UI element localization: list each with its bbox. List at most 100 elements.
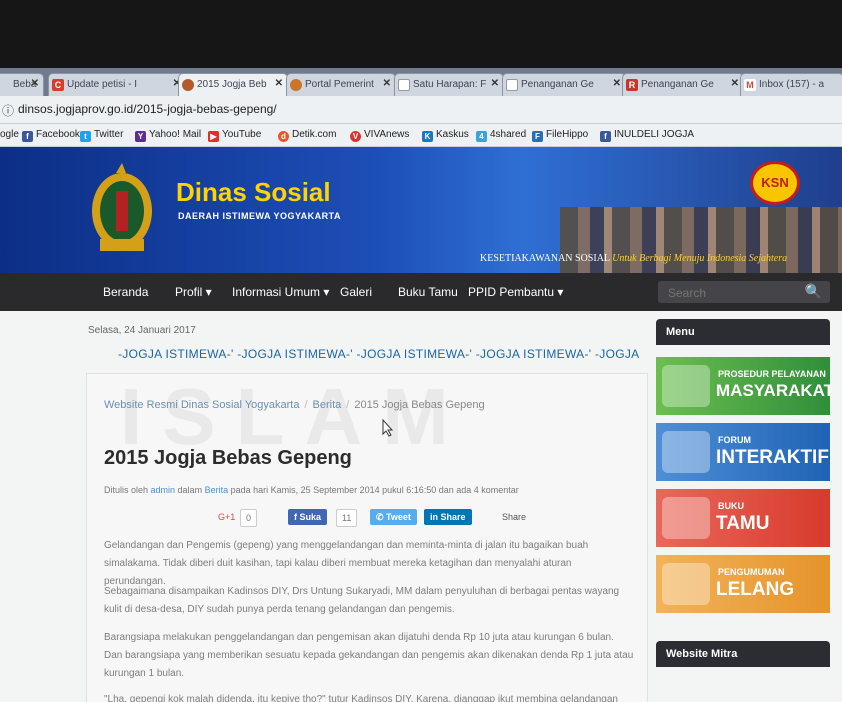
- bookmark-kaskus[interactable]: K Kaskus: [422, 129, 469, 142]
- close-icon[interactable]: ✕: [383, 78, 391, 89]
- current-date: Selasa, 24 Januari 2017: [88, 325, 196, 336]
- close-icon[interactable]: ✕: [275, 78, 283, 89]
- bookmark-detik[interactable]: d Detik.com: [278, 129, 336, 142]
- bookmark-inuldeli[interactable]: f INULDELI JOGJA: [600, 129, 694, 142]
- sidebar-website-mitra-heading: Website Mitra: [656, 641, 830, 667]
- bookmark-youtube[interactable]: ▶ YouTube: [208, 129, 261, 142]
- bookmark-label: INULDELI JOGJA: [614, 129, 695, 140]
- banner-prosedur-pelayanan[interactable]: PROSEDUR PELAYANAN MASYARAKAT: [656, 357, 830, 415]
- nav-item-ppid-pembantu[interactable]: PPID Pembantu ▾: [468, 285, 563, 299]
- sidebar-menu-heading: Menu: [656, 319, 830, 345]
- url-text[interactable]: dinsos.jogjaprov.go.id/2015-jogja-bebas-…: [18, 102, 277, 116]
- browser-tab[interactable]: R Penanganan Ge ✕: [622, 73, 744, 96]
- yogyakarta-crest-icon[interactable]: [86, 161, 158, 257]
- tweet-button[interactable]: ✆ Tweet: [370, 509, 417, 525]
- bookmark-twitter[interactable]: t Twitter: [80, 129, 123, 142]
- tab-favicon-icon: [290, 79, 302, 91]
- browser-tab[interactable]: C Update petisi - I ✕: [48, 73, 186, 96]
- bookmark-vivanews[interactable]: V VIVAnews: [350, 129, 409, 142]
- ksn-logo: KSN: [750, 161, 800, 205]
- info-icon[interactable]: ⓘ: [2, 102, 14, 119]
- banner-forum-interaktif[interactable]: FORUM INTERAKTIF: [656, 423, 830, 481]
- browser-tab[interactable]: M Inbox (157) - a: [740, 73, 842, 96]
- nav-item-informasi-umum[interactable]: Informasi Umum ▾: [232, 285, 329, 299]
- vivanews-icon: V: [350, 131, 361, 142]
- slogan-sub: Untuk Berbagi Menuju Indonesia Sejahtera: [612, 253, 788, 264]
- bookmark-yahoo-mail[interactable]: Y Yahoo! Mail: [135, 129, 201, 142]
- facebook-like-button[interactable]: f Suka: [288, 509, 328, 525]
- bookmark-label: YouTube: [222, 129, 262, 140]
- document-icon: [506, 79, 518, 91]
- pen-icon: [662, 497, 710, 539]
- close-icon[interactable]: ✕: [31, 78, 39, 89]
- banner-big-text: TAMU: [716, 513, 770, 534]
- nav-item-profil[interactable]: Profil ▾: [175, 285, 212, 299]
- browser-tab[interactable]: Satu Harapan: F ✕: [394, 73, 504, 96]
- share-button[interactable]: Share: [498, 509, 530, 525]
- browser-tab[interactable]: Portal Pemerint ✕: [286, 73, 396, 96]
- bookmark-facebook[interactable]: f Facebook: [22, 129, 80, 142]
- banner-pengumuman-lelang[interactable]: PENGUMUMAN LELANG: [656, 555, 830, 613]
- article-title: 2015 Jogja Bebas Gepeng: [104, 447, 352, 469]
- nav-item-beranda[interactable]: Beranda: [103, 285, 148, 299]
- banner-big-text: INTERAKTIF: [716, 447, 829, 468]
- google-plus-button[interactable]: G+1: [214, 509, 239, 525]
- article-paragraph: Barangsiapa melakukan penggelandangan da…: [104, 632, 634, 679]
- people-icon: [662, 431, 710, 473]
- bookmark-label: Twitter: [94, 129, 124, 140]
- author-link[interactable]: admin: [151, 485, 176, 495]
- search-input[interactable]: [666, 284, 800, 302]
- banner-buku-tamu[interactable]: BUKU TAMU: [656, 489, 830, 547]
- search-icon[interactable]: 🔍: [805, 283, 822, 300]
- article-paragraph: Sebagaimana disampaikan Kadinsos DIY, Dr…: [104, 586, 620, 615]
- bookmark-filehippo[interactable]: F FileHippo: [532, 129, 588, 142]
- category-link[interactable]: Berita: [205, 485, 229, 495]
- meta-prefix: Ditulis oleh: [104, 485, 151, 495]
- news-ticker: -JOGJA ISTIMEWA-' -JOGJA ISTIMEWA-' -JOG…: [118, 347, 640, 361]
- browser-tab[interactable]: Penanganan Ge ✕: [502, 73, 626, 96]
- fb-like-count: 11: [336, 509, 358, 527]
- nav-item-galeri[interactable]: Galeri: [340, 285, 372, 299]
- document-icon: [398, 79, 410, 91]
- bookmark-4shared[interactable]: 4 4shared: [476, 129, 526, 142]
- handshake-icon: [662, 365, 710, 407]
- tab-title: Satu Harapan: F: [413, 79, 487, 90]
- search-box: 🔍: [658, 281, 830, 303]
- nav-item-buku-tamu[interactable]: Buku Tamu: [398, 285, 458, 299]
- bookmark-google[interactable]: ogle: [0, 129, 19, 140]
- site-header-banner: Dinas Sosial DAERAH ISTIMEWA YOGYAKARTA …: [0, 147, 842, 273]
- megaphone-icon: [662, 563, 710, 605]
- article-meta: Ditulis oleh admin dalam Berita pada har…: [104, 485, 519, 495]
- detik-icon: d: [278, 131, 289, 142]
- tab-title: Portal Pemerint: [305, 79, 374, 90]
- twitter-icon: ✆: [376, 512, 387, 522]
- address-bar[interactable]: ⓘ dinsos.jogjaprov.go.id/2015-jogja-beba…: [0, 96, 842, 124]
- tab-title: Inbox (157) - a: [759, 79, 825, 90]
- facebook-icon: f: [600, 131, 611, 142]
- bookmark-label: Detik.com: [292, 129, 337, 140]
- bookmarks-bar: ogle f Facebook t Twitter Y Yahoo! Mail ▶ Yo…: [0, 124, 842, 147]
- site-title[interactable]: Dinas Sosial: [176, 177, 331, 208]
- banner-small-text: PENGUMUMAN: [718, 567, 785, 577]
- banner-small-text: PROSEDUR PELAYANAN: [718, 369, 826, 379]
- browser-tab[interactable]: Beba ✕: [0, 73, 44, 96]
- filehippo-icon: F: [532, 131, 543, 142]
- close-icon[interactable]: ✕: [613, 78, 621, 89]
- article-paragraph: "Lha, gepengi kok malah didenda, itu kep…: [104, 694, 618, 702]
- slogan-main: KESETIAKAWANAN SOSIAL: [480, 253, 610, 264]
- browser-window: Beba ✕ C Update petisi - I ✕ 2015 Jogja Be…: [0, 68, 842, 702]
- breadcrumb-home[interactable]: Website Resmi Dinas Sosial Yogyakarta: [104, 399, 299, 411]
- linkedin-share-button[interactable]: in Share: [424, 509, 472, 525]
- breadcrumb-berita[interactable]: Berita: [313, 399, 342, 411]
- breadcrumb-current: 2015 Jogja Bebas Gepeng: [354, 399, 485, 411]
- facebook-icon: f: [22, 131, 33, 142]
- close-icon[interactable]: ✕: [731, 78, 739, 89]
- bookmark-label: 4shared: [490, 129, 527, 140]
- tab-title: Update petisi - I: [67, 79, 138, 90]
- header-slogan: KESETIAKAWANAN SOSIAL Untuk Berbagi Menu…: [480, 253, 787, 264]
- browser-tab-active[interactable]: 2015 Jogja Beb ✕: [178, 73, 288, 96]
- close-icon[interactable]: ✕: [491, 78, 499, 89]
- tab-title: 2015 Jogja Beb: [197, 79, 267, 90]
- bookmark-label: FileHippo: [546, 129, 589, 140]
- linkedin-share-label: Share: [440, 512, 466, 522]
